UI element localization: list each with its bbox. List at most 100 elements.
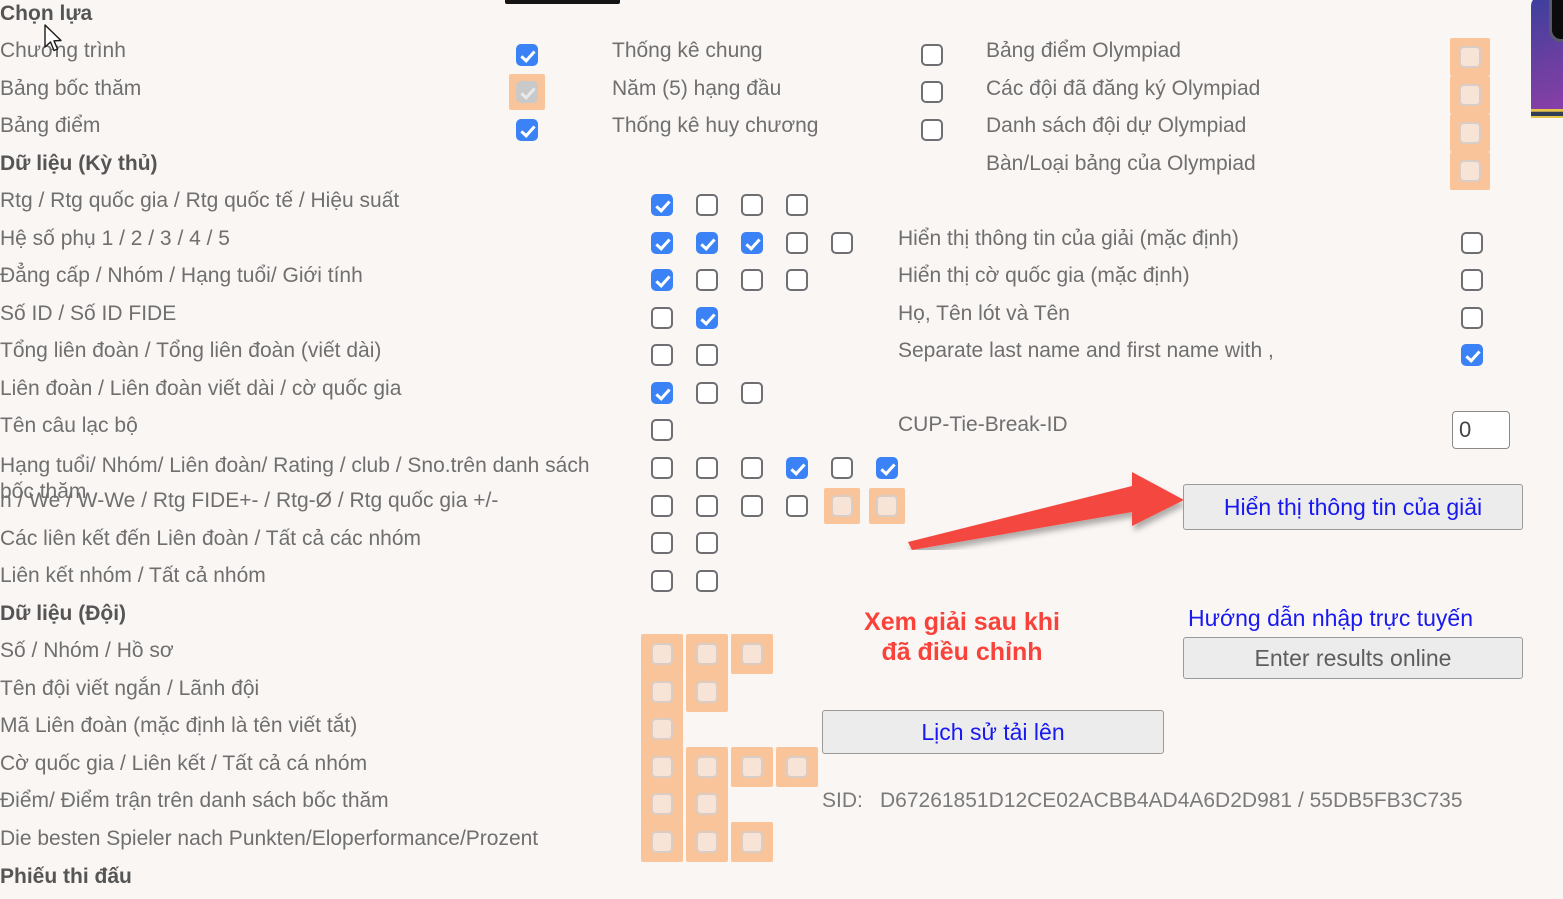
label-bang-boc-tham: Bảng bốc thăm [0, 77, 142, 100]
team-cb-r3c3[interactable] [786, 756, 808, 778]
grid-cb-r3c0[interactable] [651, 307, 673, 329]
checkbox-ho-ten-lot-va-ten[interactable] [1461, 307, 1483, 329]
checkbox-hien-thi-thong-tin-giai[interactable] [1461, 232, 1483, 254]
checkbox-ban-loai-bang-olympiad[interactable] [1459, 160, 1481, 182]
enter-results-online-button[interactable]: Enter results online [1183, 637, 1523, 679]
show-tournament-info-button[interactable]: Hiển thị thông tin của giải [1183, 484, 1523, 530]
online-entry-guide-link[interactable]: Hướng dẫn nhập trực tuyến [1188, 605, 1473, 632]
label-bang-diem: Bảng điểm [0, 114, 101, 137]
grid-cb-r2c3[interactable] [786, 269, 808, 291]
label-group-links-row: Liên kết nhóm / Tất cả nhóm [0, 564, 266, 587]
team-cb-r1c1[interactable] [696, 681, 718, 703]
label-rating-row: Rtg / Rtg quốc gia / Rtg quốc tế / Hiệu … [0, 189, 400, 212]
grid-cb-r0c2[interactable] [741, 194, 763, 216]
team-cb-r2c0[interactable] [651, 718, 673, 740]
grid-cb-r8c0[interactable] [651, 495, 673, 517]
grid-cb-r7c0[interactable] [651, 457, 673, 479]
label-thong-ke-huy-chuong: Thống kê huy chương [612, 114, 819, 137]
label-team-points-row: Điểm/ Điểm trận trên danh sách bốc thăm [0, 789, 389, 812]
grid-cb-r0c1[interactable] [696, 194, 718, 216]
grid-cb-r9c1[interactable] [696, 532, 718, 554]
grid-cb-r7c4[interactable] [831, 457, 853, 479]
checkbox-nam-5-hang-dau[interactable] [921, 81, 943, 103]
checkbox-thong-ke-huy-chuong[interactable] [921, 119, 943, 141]
label-ban-loai-bang-olympiad: Bàn/Loại bảng của Olympiad [986, 152, 1256, 175]
grid-cb-r2c1[interactable] [696, 269, 718, 291]
grid-cb-r1c0[interactable] [651, 232, 673, 254]
team-cb-r3c1[interactable] [696, 756, 718, 778]
label-team-short-row: Tên đội viết ngắn / Lãnh đội [0, 677, 260, 700]
grid-cb-r7c2[interactable] [741, 457, 763, 479]
label-danh-sach-doi-du-olympiad: Danh sách đội dự Olympiad [986, 114, 1247, 137]
label-team-fedcode-row: Mã Liên đoàn (mặc định là tên viết tắt) [0, 714, 358, 737]
grid-cb-r4c1[interactable] [696, 344, 718, 366]
grid-cb-r5c1[interactable] [696, 382, 718, 404]
grid-cb-r7c3[interactable] [786, 457, 808, 479]
team-cb-r5c0[interactable] [651, 831, 673, 853]
checkbox-thong-ke-chung[interactable] [921, 44, 943, 66]
grid-cb-r7c5[interactable] [876, 457, 898, 479]
cup-tie-break-id-input[interactable]: 0 [1452, 411, 1510, 449]
team-cb-r1c0[interactable] [651, 681, 673, 703]
grid-cb-r8c4[interactable] [831, 495, 853, 517]
label-team-bestplayers-row: Die besten Spieler nach Punkten/Eloperfo… [0, 827, 539, 850]
checkbox-bang-diem[interactable] [516, 119, 538, 141]
team-cb-r5c2[interactable] [741, 831, 763, 853]
team-cb-r0c2[interactable] [741, 643, 763, 665]
grid-cb-r2c2[interactable] [741, 269, 763, 291]
grid-cb-r1c1[interactable] [696, 232, 718, 254]
grid-cb-r6c0[interactable] [651, 419, 673, 441]
grid-cb-r7c1[interactable] [696, 457, 718, 479]
grid-cb-r9c0[interactable] [651, 532, 673, 554]
sid-value: D67261851D12CE02ACBB4AD4A6D2D981 / 55DB5… [880, 789, 1463, 812]
checkbox-separate-last-first-name[interactable] [1461, 344, 1483, 366]
team-cb-r5c1[interactable] [696, 831, 718, 853]
grid-cb-r8c5[interactable] [876, 495, 898, 517]
grid-cb-r1c4[interactable] [831, 232, 853, 254]
checkbox-bang-diem-olympiad[interactable] [1459, 46, 1481, 68]
grid-cb-r3c1[interactable] [696, 307, 718, 329]
label-cup-tie-break-id: CUP-Tie-Break-ID [898, 413, 1068, 436]
label-separate-last-first-name: Separate last name and first name with , [898, 339, 1274, 362]
selection-heading: Chọn lựa [0, 2, 93, 25]
label-ho-ten-lot-va-ten: Họ, Tên lót và Tên [898, 302, 1070, 325]
grid-cb-r10c0[interactable] [651, 570, 673, 592]
team-data-heading: Dữ liệu (Đội) [0, 602, 127, 625]
team-cb-r3c0[interactable] [651, 756, 673, 778]
grid-cb-r8c3[interactable] [786, 495, 808, 517]
mouse-cursor [44, 24, 62, 52]
grid-cb-r10c1[interactable] [696, 570, 718, 592]
label-team-flag-row: Cờ quốc gia / Liên kết / Tất cả cá nhóm [0, 752, 368, 775]
grid-cb-r1c2[interactable] [741, 232, 763, 254]
grid-cb-r2c0[interactable] [651, 269, 673, 291]
label-bang-diem-olympiad: Bảng điểm Olympiad [986, 39, 1181, 62]
team-cb-r4c1[interactable] [696, 793, 718, 815]
grid-cb-r8c2[interactable] [741, 495, 763, 517]
checkbox-cac-doi-dang-ky-olympiad[interactable] [1459, 84, 1481, 106]
grid-cb-r0c3[interactable] [786, 194, 808, 216]
team-cb-r3c2[interactable] [741, 756, 763, 778]
label-hien-thi-co-quoc-gia: Hiển thị cờ quốc gia (mặc định) [898, 264, 1190, 287]
team-cb-r0c1[interactable] [696, 643, 718, 665]
checkbox-bang-boc-tham[interactable] [516, 81, 538, 103]
label-tiebreak-row: Hệ số phụ 1 / 2 / 3 / 4 / 5 [0, 227, 230, 250]
label-federation-links-row: Các liên kết đến Liên đoàn / Tất cả các … [0, 527, 422, 550]
label-nam-5-hang-dau: Năm (5) hạng đầu [612, 77, 782, 100]
grid-cb-r4c0[interactable] [651, 344, 673, 366]
checkbox-danh-sach-doi-du-olympiad[interactable] [1459, 122, 1481, 144]
grid-cb-r1c3[interactable] [786, 232, 808, 254]
upload-history-button[interactable]: Lịch sử tải lên [822, 710, 1164, 754]
grid-cb-r5c0[interactable] [651, 382, 673, 404]
grid-cb-r5c2[interactable] [741, 382, 763, 404]
team-cb-r0c0[interactable] [651, 643, 673, 665]
label-hien-thi-thong-tin-giai: Hiển thị thông tin của giải (mặc định) [898, 227, 1239, 250]
scoresheet-heading: Phiếu thi đấu [0, 865, 132, 888]
grid-cb-r0c0[interactable] [651, 194, 673, 216]
panel-notch [1549, 0, 1563, 42]
label-we-rtg-row: n / We / W-We / Rtg FIDE+- / Rtg-Ø / Rtg… [0, 489, 499, 512]
grid-cb-r8c1[interactable] [696, 495, 718, 517]
team-cb-r4c0[interactable] [651, 793, 673, 815]
checkbox-hien-thi-co-quoc-gia[interactable] [1461, 269, 1483, 291]
sid-label: SID: [822, 789, 863, 812]
checkbox-chuong-trinh[interactable] [516, 44, 538, 66]
